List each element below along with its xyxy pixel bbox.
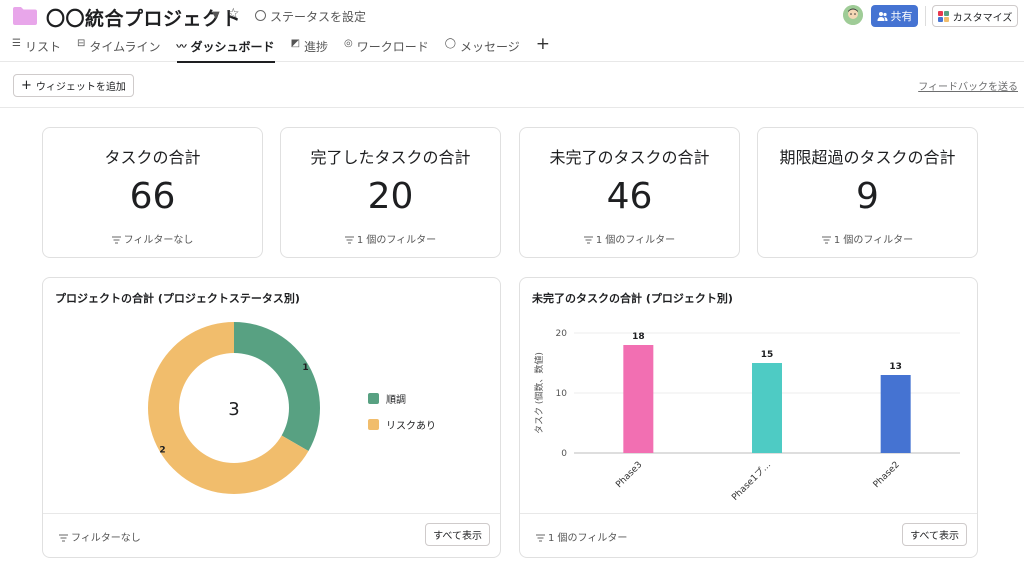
bar-value-label: 18 [632, 332, 645, 342]
slice-value-label: 1 [302, 363, 308, 373]
legend-item[interactable]: 順調 [368, 391, 436, 406]
people-icon [877, 11, 887, 21]
stat-value: 66 [129, 176, 176, 217]
chart-footer: 1 個のフィルター すべて表示 [520, 513, 977, 557]
avatar[interactable] [843, 5, 863, 25]
y-tick-label: 10 [556, 389, 568, 399]
donut-legend: 順調 リスクあり [368, 391, 436, 443]
donut-center-value: 3 [228, 399, 239, 420]
timeline-icon: ⊟ [76, 38, 86, 49]
stat-card-overdue[interactable]: 期限超過のタスクの合計 9 1 個のフィルター [757, 127, 978, 258]
dashboard-icon: 〰 [176, 42, 187, 53]
filter-icon [59, 534, 68, 542]
status-circle-icon[interactable] [255, 10, 266, 21]
legend-swatch [368, 419, 379, 430]
user-avatar-icon [843, 5, 863, 25]
add-tab-button[interactable]: + [535, 34, 550, 62]
customize-button[interactable]: カスタマイズ [932, 5, 1018, 27]
stat-card-total[interactable]: タスクの合計 66 フィルターなし [42, 127, 263, 258]
customize-label: カスタマイズ [952, 12, 1013, 24]
donut-slice[interactable] [234, 322, 320, 451]
stat-title: 未完了のタスクの合計 [549, 148, 710, 167]
tab-workload[interactable]: ◎ ワークロード [344, 36, 429, 62]
tab-list[interactable]: ☰ リスト [12, 36, 61, 62]
stat-filter[interactable]: 1 個のフィルター [281, 231, 500, 246]
tab-progress[interactable]: ◩ 進捗 [291, 36, 328, 62]
view-tabs: ☰ リスト ⊟ タイムライン 〰 ダッシュボード ◩ 進捗 ◎ ワークロード ◯… [12, 34, 566, 63]
bar[interactable] [880, 375, 911, 453]
show-all-button[interactable]: すべて表示 [425, 523, 490, 546]
plus-icon: + [535, 34, 550, 54]
x-tick-label: Phase1プ… [730, 459, 774, 503]
legend-label: リスクあり [386, 421, 436, 432]
set-status-button[interactable]: ステータスを設定 [270, 8, 366, 25]
filter-icon [344, 236, 354, 244]
chart-filter[interactable]: フィルターなし [59, 529, 141, 544]
folder-icon [13, 7, 37, 25]
workload-icon: ◎ [344, 38, 353, 49]
chart-filter[interactable]: 1 個のフィルター [536, 529, 627, 544]
tab-messages[interactable]: ◯ メッセージ [445, 36, 520, 62]
share-label: 共有 [890, 10, 913, 23]
dashboard-main: タスクの合計 66 フィルターなし 完了したタスクの合計 20 1 個のフィルタ… [0, 108, 1024, 564]
list-icon: ☰ [12, 38, 21, 49]
dashboard-toolbar: + ウィジェットを追加 フィードバックを送る [0, 62, 1024, 108]
stat-filter[interactable]: 1 個のフィルター [758, 231, 977, 246]
y-tick-label: 20 [556, 329, 568, 339]
y-tick-label: 0 [561, 449, 567, 459]
filter-icon [583, 236, 593, 244]
share-button[interactable]: 共有 [871, 5, 918, 27]
slice-value-label: 2 [159, 445, 165, 455]
bar-value-label: 15 [761, 350, 774, 360]
star-icon[interactable]: ☆ [227, 6, 240, 22]
header-divider [925, 6, 926, 26]
legend-item[interactable]: リスクあり [368, 417, 436, 432]
chevron-down-icon[interactable]: ▼ [212, 10, 220, 21]
stat-card-incomplete[interactable]: 未完了のタスクの合計 46 1 個のフィルター [519, 127, 740, 258]
bar[interactable] [752, 363, 782, 453]
filter-icon [821, 236, 831, 244]
filter-icon [536, 534, 545, 542]
message-icon: ◯ [444, 38, 456, 49]
stat-title: 完了したタスクの合計 [310, 148, 471, 167]
stat-card-completed[interactable]: 完了したタスクの合計 20 1 個のフィルター [280, 127, 501, 258]
stat-value: 9 [856, 176, 879, 217]
y-axis-label: タスク (個数、数値) [533, 352, 545, 434]
x-tick-label: Phase3 [614, 460, 644, 490]
progress-icon: ◩ [290, 38, 301, 49]
chart-footer: フィルターなし すべて表示 [43, 513, 500, 557]
plus-icon: + [21, 77, 32, 93]
donut-chart-card[interactable]: プロジェクトの合計 (プロジェクトステータス別) 123 順調 リスクあり フィ… [42, 277, 501, 558]
customize-icon [937, 10, 949, 22]
bar[interactable] [623, 345, 654, 453]
project-header: 〇〇統合プロジェクト ▼ ☆ ステータスを設定 共有 カスタマイズ ☰ リスト … [0, 0, 1024, 63]
stat-title: 期限超過のタスクの合計 [779, 148, 956, 167]
stat-value: 20 [367, 176, 414, 217]
stat-value: 46 [606, 176, 653, 217]
show-all-button[interactable]: すべて表示 [902, 523, 967, 546]
bar-value-label: 13 [889, 362, 902, 372]
feedback-link[interactable]: フィードバックを送る [918, 78, 1018, 93]
stat-title: タスクの合計 [104, 148, 201, 167]
stat-filter[interactable]: 1 個のフィルター [520, 231, 739, 246]
x-tick-label: Phase2 [872, 460, 902, 490]
bar-chart[interactable]: 0 10 20 タスク (個数、数値) 18 Phase3 15 Phase1プ… 13 Phas… [520, 278, 979, 514]
legend-label: 順調 [386, 395, 406, 406]
bar-chart-card[interactable]: 未完了のタスクの合計 (プロジェクト別) 0 10 20 タスク (個数、数値) 18 P… [519, 277, 978, 558]
tab-timeline[interactable]: ⊟ タイムライン [77, 36, 161, 62]
add-widget-button[interactable]: + ウィジェットを追加 [13, 74, 134, 97]
stat-filter[interactable]: フィルターなし [43, 231, 262, 246]
legend-swatch [368, 393, 379, 404]
filter-icon [111, 236, 121, 244]
tab-dashboard[interactable]: 〰 ダッシュボード [176, 36, 275, 63]
